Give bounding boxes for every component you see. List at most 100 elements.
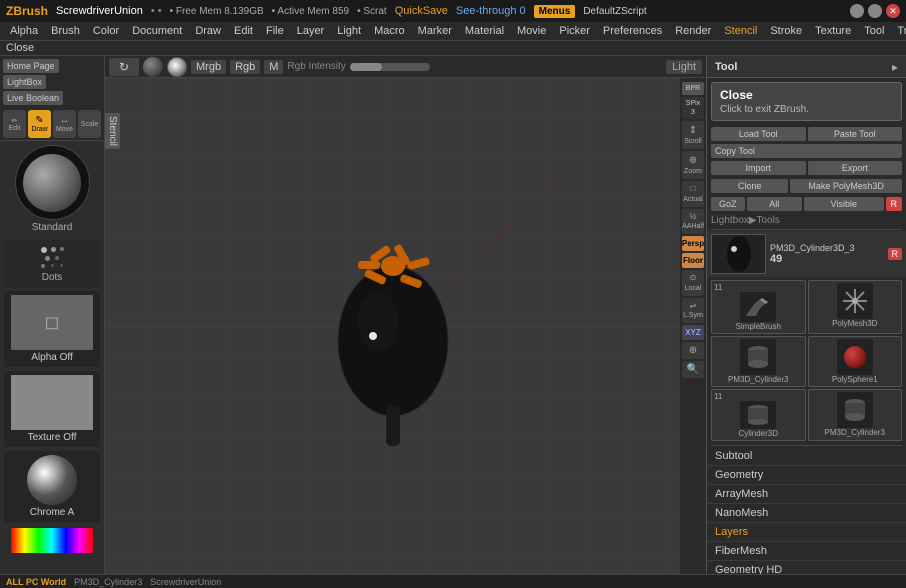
menus-btn[interactable]: Menus xyxy=(534,5,576,18)
menu-texture[interactable]: Texture xyxy=(809,24,857,38)
lightbox-tools-label[interactable]: Lightbox▶Tools xyxy=(711,215,780,226)
scroll-btn[interactable]: ⇕ Scroll xyxy=(682,121,704,149)
close-menu-btn[interactable]: Close xyxy=(6,42,34,54)
menu-color[interactable]: Color xyxy=(87,24,125,38)
maximize-btn[interactable] xyxy=(868,4,882,18)
light-label[interactable]: Light xyxy=(666,60,702,74)
menu-brush[interactable]: Brush xyxy=(45,24,86,38)
menu-render[interactable]: Render xyxy=(669,24,717,38)
menu-macro[interactable]: Macro xyxy=(368,24,411,38)
simple-brush-preview xyxy=(740,292,776,322)
local-btn[interactable]: ⊙ Local xyxy=(682,270,704,295)
menu-picker[interactable]: Picker xyxy=(553,24,596,38)
export-btn[interactable]: Export xyxy=(808,161,903,175)
menu-file[interactable]: File xyxy=(260,24,290,38)
top-canvas-toolbar: ↻ Mrgb Rgb M Rgb Intensity Light xyxy=(105,56,706,78)
copy-tool-btn[interactable]: Copy Tool xyxy=(711,144,902,158)
goz-btn[interactable]: GoZ xyxy=(711,197,745,211)
scale-btn[interactable]: Scale xyxy=(78,110,101,138)
live-boolean-btn[interactable]: Live Boolean xyxy=(3,91,63,105)
menu-stencil[interactable]: Stencil xyxy=(718,24,763,38)
tool-list-layers[interactable]: Layers xyxy=(707,523,906,542)
bottom-item1: PM3D_Cylinder3 xyxy=(74,577,142,587)
tool-list-nanomesh[interactable]: NanoMesh xyxy=(707,504,906,523)
edit-btn[interactable]: ✏ Edit xyxy=(3,110,26,138)
paste-tool-btn[interactable]: Paste Tool xyxy=(808,127,903,141)
brush-preview xyxy=(15,145,90,220)
draw-btn[interactable]: ✎ Draw xyxy=(28,110,51,138)
alpha-section[interactable]: ◻ Alpha Off xyxy=(4,291,100,367)
tool-list-fibermesh[interactable]: FiberMesh xyxy=(707,542,906,561)
brush-section[interactable]: Standard xyxy=(0,141,104,237)
persp-btn[interactable]: Persp xyxy=(682,236,704,251)
load-tool-btn[interactable]: Load Tool xyxy=(711,127,806,141)
menu-preferences[interactable]: Preferences xyxy=(597,24,668,38)
close-btn-win[interactable]: ✕ xyxy=(886,4,900,18)
stencil-tab[interactable]: Stencil xyxy=(105,113,120,149)
import-btn[interactable]: Import xyxy=(711,161,806,175)
minimize-btn[interactable] xyxy=(850,4,864,18)
pm3d-cyl2-item[interactable]: PM3D_Cylinder3 xyxy=(808,389,903,441)
menu-light[interactable]: Light xyxy=(331,24,367,38)
subtool-main-entry[interactable]: PM3D_Cylinder3D_3 49 R xyxy=(707,231,906,277)
menu-transform[interactable]: Transform xyxy=(891,24,906,38)
clone-btn[interactable]: Clone xyxy=(711,179,788,193)
make-polymesh-btn[interactable]: Make PolyMesh3D xyxy=(790,179,902,193)
aahalf-btn[interactable]: ½ AAHalf xyxy=(682,209,704,234)
tool-list-geometryhd[interactable]: Geometry HD xyxy=(707,561,906,574)
left-top-toolbar: Home Page LightBox Live Boolean xyxy=(0,56,104,108)
xyz-btn[interactable]: XYZ xyxy=(682,325,704,340)
tool-list-arraymesh[interactable]: ArrayMesh xyxy=(707,485,906,504)
menu-alpha[interactable]: Alpha xyxy=(4,24,44,38)
tool-list-geometry[interactable]: Geometry xyxy=(707,466,906,485)
r-btn-goz[interactable]: R xyxy=(886,197,903,211)
menu-layer[interactable]: Layer xyxy=(291,24,331,38)
menu-stroke[interactable]: Stroke xyxy=(764,24,808,38)
bpr-btn[interactable]: BPR xyxy=(682,82,704,95)
cylinder3d-label: Cylinder3D xyxy=(738,429,778,438)
cylinder3d-item[interactable]: 11 Cylinder3D xyxy=(711,389,806,441)
canvas-area[interactable]: Stencil BPR SPix 3 ⇕ Scroll ⊕ Zoom □ Act… xyxy=(105,78,706,574)
quick-save-btn[interactable]: QuickSave xyxy=(395,5,448,17)
extra-vp-1[interactable]: ⊕ xyxy=(682,342,704,359)
actual-btn[interactable]: □ Actual xyxy=(682,181,704,206)
matcap-ball[interactable] xyxy=(167,57,187,77)
material-ball[interactable] xyxy=(143,57,163,77)
pm3d-cyl-item[interactable]: PM3D_Cylinder3 xyxy=(711,336,806,387)
subtool-main-thumb xyxy=(711,234,766,274)
m-btn[interactable]: M xyxy=(264,60,283,74)
lsym-btn[interactable]: ⇌ L.Sym xyxy=(682,298,704,323)
chrome-section[interactable]: Chrome A xyxy=(4,451,100,522)
floor-btn[interactable]: Floor xyxy=(682,253,704,268)
lightbox-btn[interactable]: LightBox xyxy=(3,75,46,89)
menu-marker[interactable]: Marker xyxy=(412,24,458,38)
rgb-intensity-label: Rgb Intensity xyxy=(287,61,345,72)
home-page-btn[interactable]: Home Page xyxy=(3,59,59,73)
close-arrow[interactable]: ▸ xyxy=(892,60,898,74)
all-btn[interactable]: All xyxy=(747,197,803,211)
color-swatch[interactable] xyxy=(11,528,93,553)
texture-label: Texture Off xyxy=(8,432,96,443)
menu-edit[interactable]: Edit xyxy=(228,24,259,38)
intensity-slider[interactable] xyxy=(350,63,430,71)
menu-draw[interactable]: Draw xyxy=(189,24,227,38)
menu-tool[interactable]: Tool xyxy=(858,24,890,38)
rotate-icon[interactable]: ↻ xyxy=(109,58,139,76)
menu-document[interactable]: Document xyxy=(126,24,188,38)
visible-btn[interactable]: Visible xyxy=(804,197,883,211)
menu-movie[interactable]: Movie xyxy=(511,24,552,38)
move-btn[interactable]: ↔ Move xyxy=(53,110,76,138)
see-through-btn[interactable]: See-through 0 xyxy=(456,5,526,17)
menu-material[interactable]: Material xyxy=(459,24,510,38)
simple-brush-item[interactable]: 11 SimpleBrush xyxy=(711,280,806,334)
tool-list-subtool[interactable]: Subtool xyxy=(707,447,906,466)
bottom-item2: ScrewdriverUnion xyxy=(150,577,221,587)
mrgb-btn[interactable]: Mrgb xyxy=(191,60,226,74)
dots-section[interactable]: Dots xyxy=(4,239,100,287)
polymesh3d-item[interactable]: PolyMesh3D xyxy=(808,280,903,334)
texture-section[interactable]: Texture Off xyxy=(4,371,100,447)
polysphere1-item[interactable]: PolySphere1 xyxy=(808,336,903,387)
extra-vp-2[interactable]: 🔍 xyxy=(682,361,704,378)
zoom-btn[interactable]: ⊕ Zoom xyxy=(682,151,704,179)
rgb-btn[interactable]: Rgb xyxy=(230,60,260,74)
